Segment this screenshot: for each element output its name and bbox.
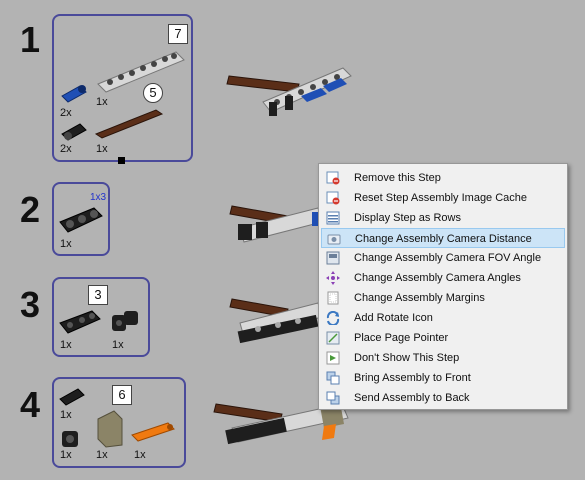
menu-item-label: Send Assembly to Back [354, 392, 470, 404]
menu-item-label: Bring Assembly to Front [354, 372, 471, 384]
step-number: 1 [20, 19, 41, 60]
part-callout: 6 [112, 385, 132, 405]
step-assembly-image[interactable] [228, 198, 323, 248]
black-pin-part [59, 388, 85, 406]
rotate-icon [326, 311, 340, 325]
black-bushing-part [62, 431, 78, 447]
blue-pin-part [61, 85, 87, 103]
black-connector-part [112, 311, 138, 331]
step-number: 3 [20, 284, 41, 325]
menu-item-label: Change Assembly Camera Distance [355, 233, 532, 245]
reset-cache-icon [326, 191, 340, 205]
menu-item-label: Change Assembly Camera Angles [354, 272, 521, 284]
olive-connector-part [97, 410, 123, 448]
menu-item-display-rows[interactable]: Display Step as Rows [321, 208, 565, 228]
menu-item-send-back[interactable]: Send Assembly to Back [321, 388, 565, 408]
menu-item-margins[interactable]: Change Assembly Margins [321, 288, 565, 308]
part-quantity: 2x [60, 107, 72, 119]
menu-item-page-pointer[interactable]: Place Page Pointer [321, 328, 565, 348]
menu-item-reset-cache[interactable]: Reset Step Assembly Image Cache [321, 188, 565, 208]
callout-anchor[interactable] [118, 157, 125, 164]
camera-angles-icon [326, 271, 340, 285]
menu-item-label: Remove this Step [354, 172, 441, 184]
menu-item-rotate-icon[interactable]: Add Rotate Icon [321, 308, 565, 328]
parts-list[interactable]: 7 5 1x 2x 2x 1x [52, 14, 193, 162]
margins-icon [327, 291, 339, 305]
orange-axle-part [131, 422, 175, 442]
step-number: 4 [20, 384, 41, 425]
part-callout: 3 [88, 285, 108, 305]
menu-item-camera-angles[interactable]: Change Assembly Camera Angles [321, 268, 565, 288]
menu-item-bring-front[interactable]: Bring Assembly to Front [321, 368, 565, 388]
menu-item-label: Change Assembly Camera FOV Angle [354, 252, 542, 264]
black-beam-part [59, 310, 101, 334]
part-quantity: 1x [60, 449, 72, 461]
part-quantity: 1x [96, 449, 108, 461]
menu-item-label: Change Assembly Margins [354, 292, 485, 304]
fov-icon [326, 251, 340, 265]
part-callout: 7 [168, 24, 188, 44]
parts-list[interactable]: 1x3 1x [52, 182, 110, 256]
parts-list[interactable]: 6 1x 1x 1x 1x [52, 377, 186, 468]
pointer-icon [326, 331, 340, 345]
camera-icon [327, 234, 341, 245]
rows-icon [326, 211, 340, 225]
send-back-icon [326, 391, 340, 405]
part-quantity: 1x [134, 449, 146, 461]
part-quantity: 1x [60, 339, 72, 351]
part-quantity: 1x [96, 143, 108, 155]
brown-axle-part [94, 109, 164, 139]
liftarm-part [97, 51, 185, 93]
step-assembly-image[interactable] [225, 62, 355, 122]
part-length-label: 1x3 [90, 192, 107, 203]
remove-step-icon [326, 171, 340, 185]
menu-item-label: Display Step as Rows [354, 212, 461, 224]
part-quantity: 1x [112, 339, 124, 351]
context-menu[interactable]: Remove this Step Reset Step Assembly Ima… [318, 163, 568, 410]
step-number: 2 [20, 189, 41, 230]
black-connector-part [59, 207, 103, 233]
step-assembly-image[interactable] [228, 293, 323, 345]
bring-front-icon [326, 371, 340, 385]
menu-item-label: Place Page Pointer [354, 332, 449, 344]
menu-item-label: Don't Show This Step [354, 352, 460, 364]
menu-item-label: Reset Step Assembly Image Cache [354, 192, 528, 204]
part-quantity: 1x [60, 409, 72, 421]
menu-item-label: Add Rotate Icon [354, 312, 433, 324]
part-quantity: 1x [96, 96, 108, 108]
menu-item-remove-step[interactable]: Remove this Step [321, 168, 565, 188]
part-quantity: 2x [60, 143, 72, 155]
menu-item-hide-step[interactable]: Don't Show This Step [321, 348, 565, 368]
part-quantity: 1x [60, 238, 72, 250]
parts-list[interactable]: 3 1x 1x [52, 277, 150, 357]
menu-item-camera-distance[interactable]: Change Assembly Camera Distance [321, 228, 565, 248]
menu-item-camera-fov[interactable]: Change Assembly Camera FOV Angle [321, 248, 565, 268]
hide-step-icon [326, 351, 340, 365]
black-pin-part [61, 123, 87, 141]
